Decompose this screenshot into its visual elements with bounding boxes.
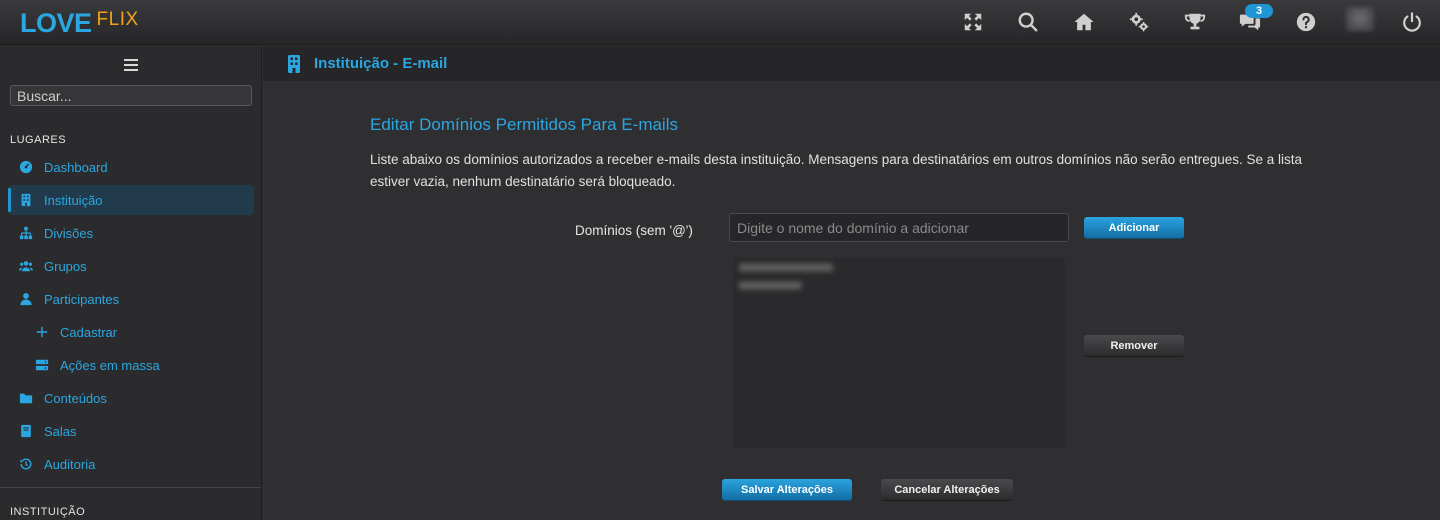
add-domain-button[interactable]: Adicionar	[1084, 217, 1184, 239]
help-icon[interactable]	[1293, 9, 1319, 35]
building-icon	[21, 193, 31, 207]
folder-icon	[19, 393, 33, 404]
sidebar-item-conteudos[interactable]: Conteúdos	[8, 383, 254, 413]
page-header: Instituição - E-mail	[263, 46, 1440, 81]
avatar[interactable]	[1346, 7, 1374, 31]
top-bar: LOVE FLIX 3	[0, 0, 1440, 45]
sidebar-item-label: Ações em massa	[60, 357, 160, 373]
sidebar-search-input[interactable]	[10, 85, 252, 106]
fullscreen-icon[interactable]	[960, 9, 986, 35]
sidebar-item-label: Salas	[44, 423, 77, 439]
loveflix-logo[interactable]: LOVE FLIX	[20, 6, 139, 38]
form-description: Liste abaixo os domínios autorizados a r…	[370, 152, 1303, 189]
sidebar-item-label: Divisões	[44, 225, 94, 241]
sidebar-item-grupos[interactable]: Grupos	[8, 251, 254, 281]
dashboard-icon	[19, 160, 33, 174]
domain-list[interactable]: xxxxxxxxxxxxxxx xxxxxxxxxx	[733, 258, 1065, 448]
logo-love-text: LOVE	[20, 8, 92, 38]
save-changes-button[interactable]: Salvar Alterações	[722, 479, 852, 501]
search-icon[interactable]	[1015, 9, 1041, 35]
logo-flix-text: FLIX	[96, 9, 139, 30]
server-icon	[35, 359, 49, 371]
domain-field-label: Domínios (sem '@')	[575, 223, 693, 238]
sidebar-item-label: Participantes	[44, 291, 120, 307]
home-icon[interactable]	[1071, 9, 1097, 35]
page-title: Instituição - E-mail	[314, 55, 448, 72]
sidebar-item-label: Cadastrar	[60, 324, 118, 340]
sidebar-item-acoes-em-massa[interactable]: Ações em massa	[8, 350, 254, 380]
sidebar-item-participantes[interactable]: Participantes	[8, 284, 254, 314]
form-title: Editar Domínios Permitidos Para E-mails	[370, 115, 678, 134]
plus-icon	[36, 326, 48, 338]
user-icon	[20, 293, 32, 306]
power-icon[interactable]	[1399, 9, 1425, 35]
history-icon	[20, 458, 32, 470]
sidebar-item-label: Dashboard	[44, 159, 108, 175]
list-item[interactable]: xxxxxxxxxx	[739, 278, 802, 292]
book-icon	[21, 424, 31, 438]
section-title-lugares: LUGARES	[10, 134, 67, 146]
building-icon	[288, 55, 300, 73]
sidebar-item-auditoria[interactable]: Auditoria	[8, 449, 254, 479]
remove-domain-button[interactable]: Remover	[1084, 335, 1184, 357]
sidebar-item-cadastrar[interactable]: Cadastrar	[8, 317, 254, 347]
sidebar-divider	[0, 487, 261, 488]
section-title-instituicao: INSTITUIÇÃO	[10, 506, 86, 518]
sidebar-item-instituicao[interactable]: Instituição	[8, 185, 254, 215]
sidebar-item-label: Conteúdos	[44, 390, 107, 406]
sidebar-item-label: Instituição	[44, 192, 103, 208]
sidebar-item-salas[interactable]: Salas	[8, 416, 254, 446]
menu-toggle-icon[interactable]	[124, 59, 138, 71]
sidebar-item-dashboard[interactable]: Dashboard	[8, 152, 254, 182]
notification-badge: 3	[1245, 4, 1273, 18]
sitemap-icon	[19, 226, 33, 240]
settings-gears-icon[interactable]	[1126, 9, 1152, 35]
sidebar-item-divisoes[interactable]: Divisões	[8, 218, 254, 248]
trophy-icon[interactable]	[1182, 9, 1208, 35]
sidebar-item-label: Grupos	[44, 258, 87, 274]
sidebar: LUGARES Dashboard Instituição Divisões G…	[0, 46, 262, 520]
domain-input[interactable]	[729, 213, 1069, 242]
cancel-changes-button[interactable]: Cancelar Alterações	[881, 479, 1013, 501]
users-icon	[19, 261, 33, 272]
list-item[interactable]: xxxxxxxxxxxxxxx	[739, 260, 833, 274]
sidebar-item-label: Auditoria	[44, 456, 96, 472]
